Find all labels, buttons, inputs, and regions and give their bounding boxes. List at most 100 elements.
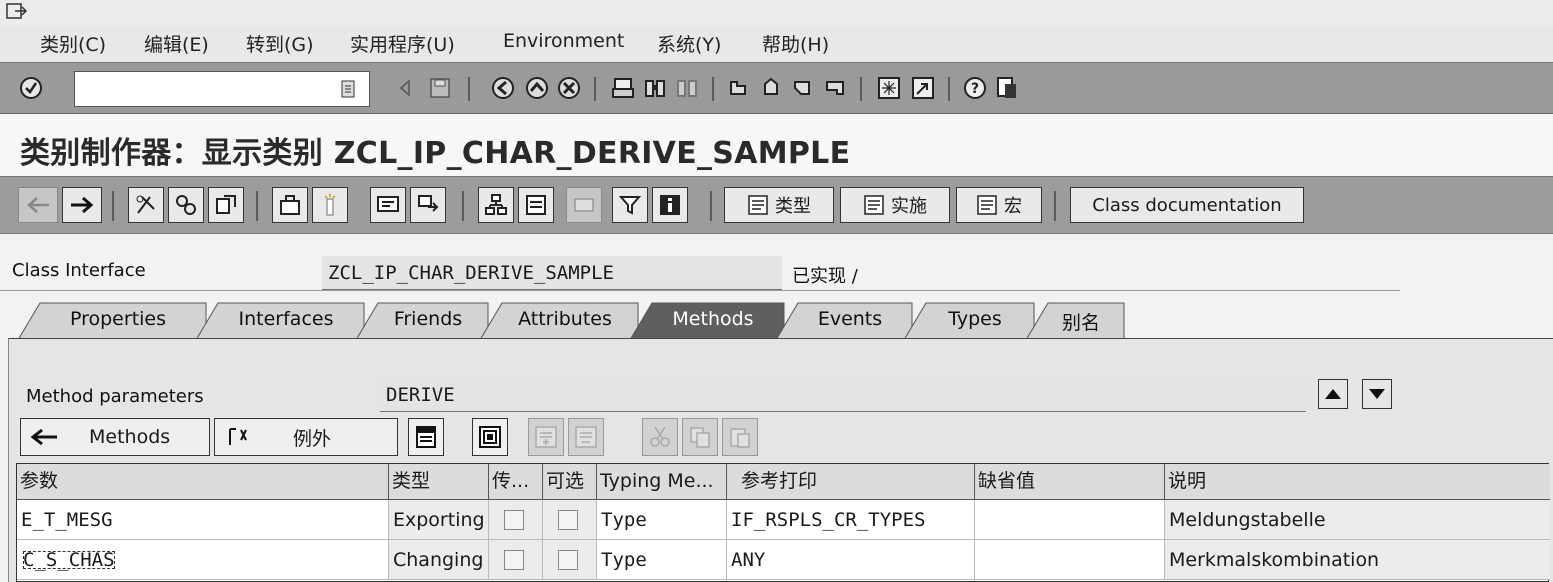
cell-default-value[interactable] xyxy=(975,540,1165,580)
save-icon[interactable] xyxy=(427,75,453,101)
collapse-icon[interactable] xyxy=(392,75,418,101)
activate-button[interactable] xyxy=(312,187,348,223)
history-icon[interactable] xyxy=(341,79,355,103)
layout-menu-icon[interactable] xyxy=(994,75,1020,101)
object-list-button[interactable] xyxy=(518,187,554,223)
cell-description[interactable]: Merkmalskombination xyxy=(1165,540,1550,580)
tab-events[interactable]: Events xyxy=(776,302,914,340)
cell-reference-type[interactable]: IF_RSPLS_CR_TYPES xyxy=(727,500,975,540)
cell-typing[interactable]: Type xyxy=(597,500,727,540)
cell-default-value[interactable] xyxy=(975,500,1165,540)
cell-parameter[interactable]: E_T_MESG xyxy=(17,500,389,540)
cell-pass-by-value xyxy=(489,500,543,540)
find-icon[interactable] xyxy=(642,75,668,101)
print-icon[interactable] xyxy=(610,75,636,101)
exceptions-button-label: 例外 xyxy=(293,427,332,450)
toolbar-separator xyxy=(256,191,258,221)
back-arrow-button[interactable] xyxy=(18,187,58,223)
menu-category[interactable]: 类别(C) xyxy=(40,30,106,57)
exit-icon[interactable] xyxy=(524,75,550,101)
next-method-button[interactable] xyxy=(1362,379,1392,409)
tab-types[interactable]: Types xyxy=(904,302,1036,340)
optional-checkbox[interactable] xyxy=(558,510,578,530)
signature-button[interactable] xyxy=(472,418,508,456)
column-header-parameter[interactable]: 参数 xyxy=(17,464,389,500)
delete-row-button[interactable] xyxy=(568,418,604,456)
paste-button[interactable] xyxy=(722,418,758,456)
cell-type[interactable]: Changing xyxy=(389,540,489,580)
tab-interfaces[interactable]: Interfaces xyxy=(196,302,366,340)
disabled-list-button[interactable] xyxy=(566,187,602,223)
menu-system[interactable]: 系统(Y) xyxy=(657,30,721,57)
cell-reference-type[interactable]: ANY xyxy=(727,540,975,580)
insert-row-button[interactable] xyxy=(528,418,564,456)
column-header-description[interactable]: 说明 xyxy=(1165,464,1550,500)
insert-row-icon xyxy=(535,426,557,448)
cut-button[interactable] xyxy=(642,418,678,456)
find-next-icon[interactable] xyxy=(674,75,700,101)
back-to-methods-button[interactable]: Methods xyxy=(20,418,210,456)
other-object-button[interactable] xyxy=(208,187,244,223)
tab-attributes[interactable]: Attributes xyxy=(480,302,640,340)
enter-icon[interactable] xyxy=(18,75,44,101)
implementation-button[interactable]: 实施 xyxy=(840,187,950,223)
prev-page-icon[interactable] xyxy=(758,75,784,101)
class-documentation-button[interactable]: Class documentation xyxy=(1070,187,1304,223)
command-input[interactable] xyxy=(75,72,325,104)
exception-icon xyxy=(229,428,247,445)
tab-aliases[interactable]: 别名 xyxy=(1026,302,1126,340)
cell-typing[interactable]: Type xyxy=(597,540,727,580)
filter-button[interactable] xyxy=(612,187,648,223)
display-change-button[interactable] xyxy=(128,187,164,223)
tab-friends[interactable]: Friends xyxy=(356,302,490,340)
active-inactive-button[interactable] xyxy=(168,187,204,223)
info-button[interactable] xyxy=(652,187,688,223)
cell-description[interactable]: Meldungstabelle xyxy=(1165,500,1550,540)
back-icon[interactable] xyxy=(490,75,516,101)
cell-type[interactable]: Exporting xyxy=(389,500,489,540)
cell-pass-by-value xyxy=(489,540,543,580)
cancel-icon[interactable] xyxy=(556,75,582,101)
test-button[interactable] xyxy=(370,187,406,223)
method-name-field[interactable]: DERIVE xyxy=(380,378,1306,412)
types-button[interactable]: 类型 xyxy=(724,187,834,223)
macros-button[interactable]: 宏 xyxy=(956,187,1042,223)
class-interface-field[interactable]: ZCL_IP_CHAR_DERIVE_SAMPLE xyxy=(322,256,782,290)
where-used-button[interactable] xyxy=(410,187,446,223)
last-page-icon[interactable] xyxy=(822,75,848,101)
detail-view-icon xyxy=(416,426,436,448)
menu-goto[interactable]: 转到(G) xyxy=(246,30,314,57)
copy-button[interactable] xyxy=(682,418,718,456)
window-menu-icon[interactable] xyxy=(6,2,28,22)
detail-view-button[interactable] xyxy=(408,418,444,456)
column-header-typing-method[interactable]: Typing Me... xyxy=(597,464,727,500)
forward-arrow-button[interactable] xyxy=(62,187,102,223)
menu-help[interactable]: 帮助(H) xyxy=(762,30,829,57)
tab-properties[interactable]: Properties xyxy=(18,302,208,340)
tab-methods[interactable]: Methods xyxy=(630,302,786,340)
first-page-icon[interactable] xyxy=(726,75,752,101)
menu-environment[interactable]: Environment xyxy=(503,30,624,52)
previous-method-button[interactable] xyxy=(1318,379,1348,409)
column-header-optional[interactable]: 可选 xyxy=(543,464,597,500)
optional-checkbox[interactable] xyxy=(558,550,578,570)
toolbar-separator xyxy=(112,191,114,221)
shortcut-icon[interactable] xyxy=(910,75,936,101)
menu-utilities[interactable]: 实用程序(U) xyxy=(350,30,455,57)
column-header-type[interactable]: 类型 xyxy=(389,464,489,500)
menu-edit[interactable]: 编辑(E) xyxy=(144,30,209,57)
tab-label: Methods xyxy=(672,308,754,330)
column-header-pass-by-value[interactable]: 传... xyxy=(489,464,543,500)
exceptions-button[interactable]: 例外 xyxy=(214,418,398,456)
new-session-icon[interactable] xyxy=(876,75,902,101)
pass-by-value-checkbox[interactable] xyxy=(504,550,524,570)
next-page-icon[interactable] xyxy=(790,75,816,101)
cell-parameter[interactable]: C_S_CHAS xyxy=(17,540,389,580)
column-header-default-value[interactable]: 缺省值 xyxy=(975,464,1165,500)
hierarchy-button[interactable] xyxy=(478,187,514,223)
pass-by-value-checkbox[interactable] xyxy=(504,510,524,530)
column-header-reference-type[interactable]: 参考打印 xyxy=(727,464,975,500)
help-icon[interactable]: ? xyxy=(962,75,988,101)
command-field[interactable] xyxy=(74,71,370,107)
check-button[interactable] xyxy=(272,187,308,223)
